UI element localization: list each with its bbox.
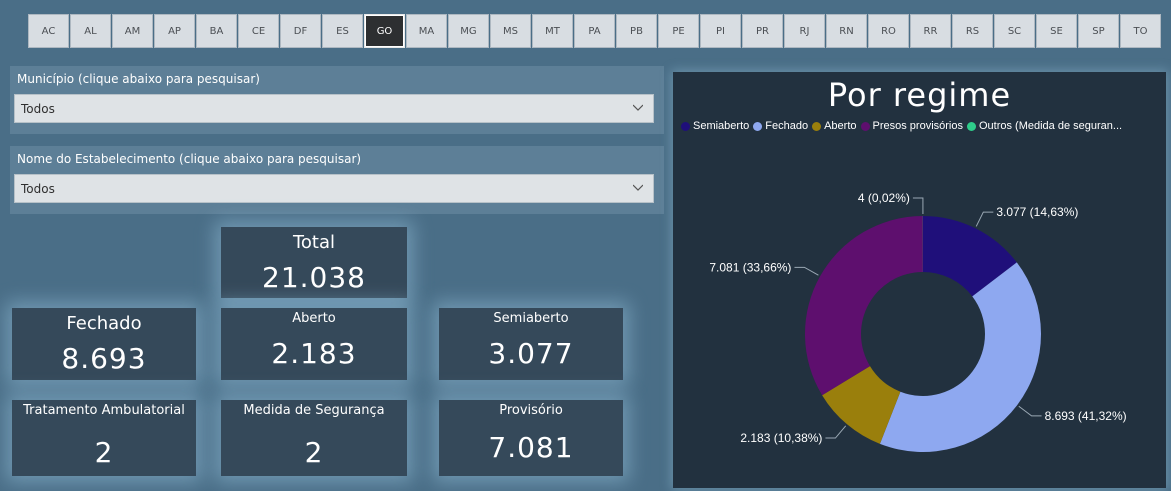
estabelecimento-filter-title: Nome do Estabelecimento (clique abaixo p… — [17, 152, 362, 166]
medida-value: 2 — [304, 436, 324, 469]
estabelecimento-dropdown-value: Todos — [21, 182, 55, 196]
state-tab-to[interactable]: TO — [1120, 14, 1161, 48]
chevron-down-icon — [633, 104, 643, 111]
donut-chart: 3.077 (14,63%) 8.693 (41,32%) 2.183 (10,38… — [709, 191, 1127, 453]
fechado-value: 8.693 — [61, 342, 147, 375]
municipio-filter: Município (clique abaixo para pesquisar)… — [10, 66, 664, 134]
state-tabs: AC AL AM AP BA CE DF ES GO MA MG MS MT PA PB PE PI PR RJ RN… — [28, 14, 1162, 48]
state-tab-rn[interactable]: RN — [826, 14, 867, 48]
donut-slice[interactable] — [879, 262, 1041, 453]
fechado-card: Fechado 8.693 — [12, 308, 196, 380]
provisorio-value: 7.081 — [488, 431, 574, 464]
state-tab-pb[interactable]: PB — [616, 14, 657, 48]
state-tab-ba[interactable]: BA — [196, 14, 237, 48]
state-tab-al[interactable]: AL — [70, 14, 111, 48]
state-tab-ce[interactable]: CE — [238, 14, 279, 48]
tratamento-label: Tratamento Ambulatorial — [23, 403, 185, 418]
data-label: 7.081 (33,66%) — [709, 260, 791, 274]
estabelecimento-dropdown[interactable]: Todos — [14, 174, 654, 203]
semiaberto-value: 3.077 — [488, 337, 574, 370]
state-tab-pa[interactable]: PA — [574, 14, 615, 48]
provisorio-card: Provisório 7.081 — [439, 400, 623, 476]
state-tab-ro[interactable]: RO — [868, 14, 909, 48]
total-value: 21.038 — [262, 261, 366, 294]
municipio-dropdown[interactable]: Todos — [14, 94, 654, 123]
aberto-card: Aberto 2.183 — [221, 308, 407, 380]
state-tab-mt[interactable]: MT — [532, 14, 573, 48]
state-tab-pe[interactable]: PE — [658, 14, 699, 48]
medida-label: Medida de Segurança — [243, 403, 385, 418]
aberto-value: 2.183 — [271, 337, 357, 370]
label-leader-line — [912, 197, 924, 215]
chevron-down-icon — [633, 184, 643, 191]
state-tab-rj[interactable]: RJ — [784, 14, 825, 48]
data-label: 4 (0,02%) — [858, 191, 910, 205]
data-label: 2.183 (10,38%) — [740, 431, 822, 445]
data-label: 8.693 (41,32%) — [1045, 409, 1127, 423]
tratamento-value: 2 — [94, 436, 114, 469]
donut-slice[interactable] — [805, 216, 923, 396]
label-leader-line — [825, 425, 847, 439]
state-tab-ac[interactable]: AC — [28, 14, 69, 48]
state-tab-df[interactable]: DF — [280, 14, 321, 48]
label-leader-line — [1018, 405, 1042, 417]
municipio-dropdown-value: Todos — [21, 102, 55, 116]
state-tab-mg[interactable]: MG — [448, 14, 489, 48]
fechado-label: Fechado — [66, 313, 142, 334]
label-leader-line — [794, 266, 819, 276]
state-tab-sp[interactable]: SP — [1078, 14, 1119, 48]
state-tab-pr[interactable]: PR — [742, 14, 783, 48]
aberto-label: Aberto — [292, 311, 336, 326]
state-filter-bar: AC AL AM AP BA CE DF ES GO MA MG MS MT PA PB PE PI PR RJ RN… — [0, 0, 1171, 58]
state-tab-ms[interactable]: MS — [490, 14, 531, 48]
data-label: 3.077 (14,63%) — [996, 205, 1078, 219]
semiaberto-card: Semiaberto 3.077 — [439, 308, 623, 380]
regime-chart-panel: Por regime Semiaberto Fechado Aberto Presos… — [673, 72, 1166, 488]
semiaberto-label: Semiaberto — [493, 311, 569, 326]
total-label: Total — [292, 232, 336, 253]
state-tab-go[interactable]: GO — [364, 14, 405, 48]
state-tab-se[interactable]: SE — [1036, 14, 1077, 48]
state-tab-rs[interactable]: RS — [952, 14, 993, 48]
state-tab-es[interactable]: ES — [322, 14, 363, 48]
tratamento-card: Tratamento Ambulatorial 2 — [12, 400, 196, 476]
state-tab-sc[interactable]: SC — [994, 14, 1035, 48]
municipio-filter-title: Município (clique abaixo para pesquisar) — [17, 72, 260, 86]
state-tab-ap[interactable]: AP — [154, 14, 195, 48]
state-tab-pi[interactable]: PI — [700, 14, 741, 48]
label-leader-line — [975, 211, 994, 227]
state-tab-rr[interactable]: RR — [910, 14, 951, 48]
state-tab-am[interactable]: AM — [112, 14, 153, 48]
medida-card: Medida de Segurança 2 — [221, 400, 407, 476]
total-card: Total 21.038 — [221, 227, 407, 298]
state-tab-ma[interactable]: MA — [406, 14, 447, 48]
estabelecimento-filter: Nome do Estabelecimento (clique abaixo p… — [10, 146, 664, 214]
provisorio-label: Provisório — [499, 403, 563, 418]
